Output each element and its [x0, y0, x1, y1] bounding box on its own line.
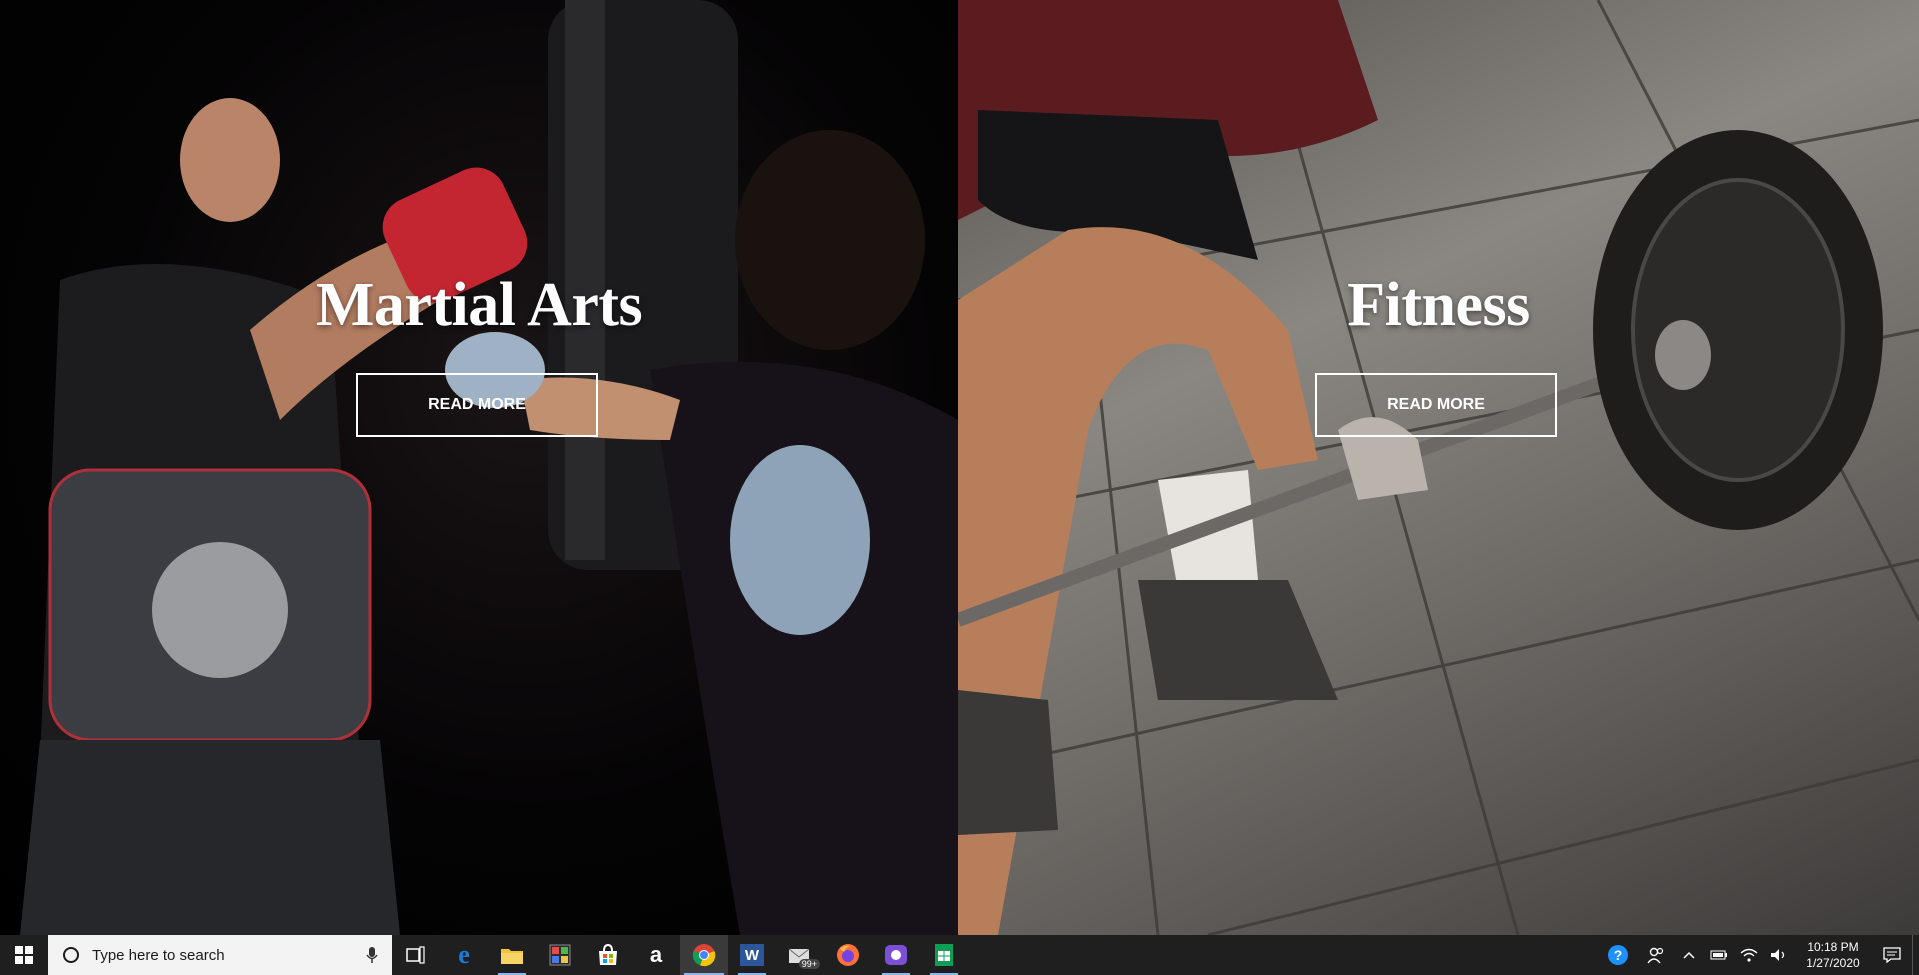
word-button[interactable]: W — [728, 935, 776, 975]
clock-time: 10:18 PM — [1807, 940, 1859, 954]
windows-logo-icon — [15, 946, 33, 964]
file-explorer-button[interactable] — [488, 935, 536, 975]
hero-panel-martial-arts: Martial Arts READ MORE — [0, 0, 958, 935]
firefox-icon — [837, 944, 859, 966]
taskbar-search-box[interactable]: Type here to search — [48, 935, 392, 975]
show-hidden-icons-button[interactable] — [1674, 935, 1704, 975]
wifi-icon — [1740, 948, 1758, 962]
panel-title-martial-arts: Martial Arts — [315, 270, 643, 339]
notification-icon — [1883, 947, 1901, 963]
read-more-button-martial-arts[interactable]: READ MORE — [356, 373, 598, 437]
system-tray: ? 10:18 PM 1/27/2020 — [1598, 935, 1919, 975]
chrome-button[interactable] — [680, 935, 728, 975]
clock-date: 1/27/2020 — [1806, 956, 1860, 970]
people-button[interactable] — [1638, 935, 1674, 975]
store-icon — [599, 944, 617, 965]
martial-arts-photo — [20, 0, 958, 935]
app-icon — [885, 945, 907, 965]
wifi-button[interactable] — [1734, 935, 1764, 975]
mail-badge: 99+ — [798, 959, 820, 969]
action-center-button[interactable] — [1872, 935, 1912, 975]
chrome-icon — [692, 944, 716, 967]
cortana-circle-icon — [63, 947, 79, 963]
task-view-button[interactable] — [392, 935, 440, 975]
folder-icon — [501, 949, 523, 964]
amazon-button[interactable]: a — [632, 935, 680, 975]
photos-icon — [549, 944, 571, 966]
battery-button[interactable] — [1704, 935, 1734, 975]
svg-text:?: ? — [1614, 947, 1623, 963]
taskbar-clock[interactable]: 10:18 PM 1/27/2020 — [1794, 939, 1872, 971]
amazon-icon: a — [649, 942, 663, 967]
microphone-icon[interactable] — [366, 946, 378, 964]
read-more-button-fitness[interactable]: READ MORE — [1315, 373, 1557, 437]
photos-button[interactable] — [536, 935, 584, 975]
hero-panel-fitness: Fitness READ MORE — [958, 0, 1919, 935]
battery-icon — [1710, 950, 1727, 960]
edge-icon: e — [458, 940, 470, 969]
start-button[interactable] — [0, 935, 48, 975]
show-desktop-button[interactable] — [1912, 935, 1919, 975]
help-button[interactable]: ? — [1598, 935, 1638, 975]
taskbar: Type here to search e a W 99+ ? 10:18 PM… — [0, 935, 1919, 975]
search-placeholder: Type here to search — [92, 946, 225, 964]
help-icon: ? — [1608, 945, 1628, 965]
word-icon: W — [740, 944, 764, 966]
fitness-photo — [958, 0, 1919, 935]
task-view-icon — [406, 946, 425, 964]
panel-title-fitness: Fitness — [1347, 270, 1530, 339]
firefox-button[interactable] — [824, 935, 872, 975]
spreadsheet-icon — [935, 944, 953, 966]
volume-icon — [1771, 949, 1785, 961]
purple-app-button[interactable] — [872, 935, 920, 975]
volume-button[interactable] — [1764, 935, 1794, 975]
store-button[interactable] — [584, 935, 632, 975]
edge-button[interactable]: e — [440, 935, 488, 975]
mail-button[interactable]: 99+ — [776, 935, 824, 975]
chevron-up-icon — [1683, 951, 1695, 959]
sheets-button[interactable] — [920, 935, 968, 975]
people-icon — [1647, 947, 1664, 964]
